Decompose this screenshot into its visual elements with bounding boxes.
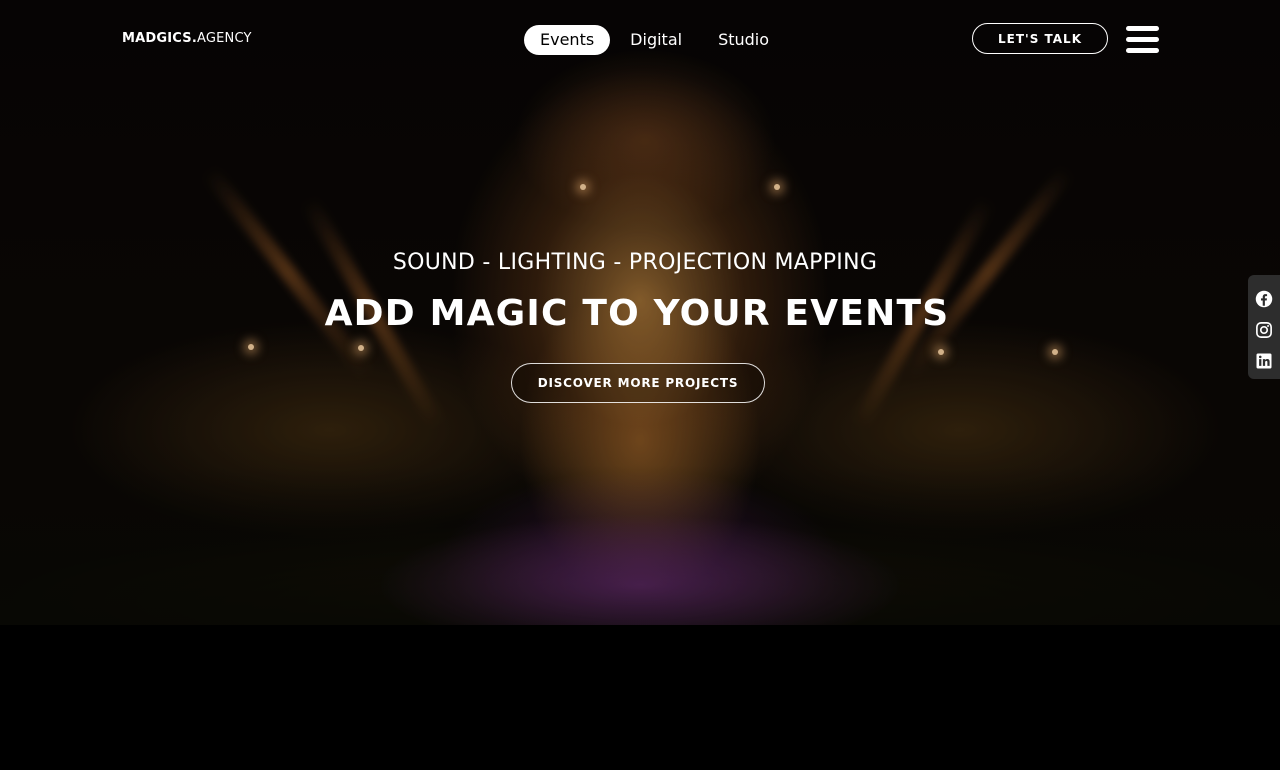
facebook-icon[interactable] (1255, 290, 1273, 308)
hero-headline: ADD MAGIC TO YOUR EVENTS (324, 293, 950, 334)
logo-suffix: AGENCY (196, 31, 252, 46)
instagram-icon[interactable] (1255, 321, 1273, 339)
hamburger-menu-icon[interactable] (1126, 26, 1159, 54)
linkedin-icon[interactable] (1255, 352, 1273, 370)
main-nav: Events Digital Studio (524, 25, 789, 55)
logo-main: MADGICS. (122, 31, 197, 46)
nav-tab-digital[interactable]: Digital (614, 25, 698, 55)
hero-kicker: SOUND - LIGHTING - PROJECTION MAPPING (392, 250, 878, 275)
site-header: MADGICS.AGENCY Events Digital Studio LET… (0, 0, 1280, 80)
social-links-bar (1248, 275, 1280, 379)
nav-tab-events[interactable]: Events (524, 25, 611, 55)
lets-talk-button[interactable]: LET'S TALK (972, 23, 1108, 54)
nav-tab-studio[interactable]: Studio (702, 25, 785, 55)
discover-projects-button[interactable]: DISCOVER MORE PROJECTS (511, 363, 765, 403)
hero-section: SOUND - LIGHTING - PROJECTION MAPPING AD… (0, 0, 1280, 625)
logo[interactable]: MADGICS.AGENCY (122, 31, 252, 46)
